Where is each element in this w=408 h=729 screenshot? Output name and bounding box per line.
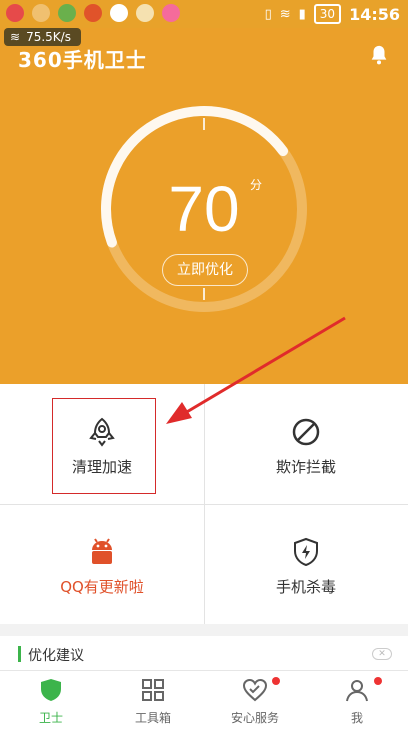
annotation-arrow	[166, 316, 346, 424]
shield-icon	[41, 679, 61, 701]
bottom-tab-bar: 卫士 工具箱 安心服务 我	[0, 670, 408, 729]
tab-label: 卫士	[38, 711, 63, 725]
user-icon	[346, 680, 368, 702]
grid-icon	[142, 679, 164, 701]
advice-label: 优化建议	[28, 648, 84, 664]
badge-dot	[374, 677, 382, 685]
tab-toolbox[interactable]: 工具箱	[102, 671, 204, 729]
tab-label: 安心服务	[230, 711, 279, 725]
heart-check-icon	[242, 678, 268, 702]
close-icon[interactable]: ✕	[372, 648, 392, 660]
badge-dot	[272, 677, 280, 685]
tab-label: 我	[350, 711, 363, 725]
tab-guard[interactable]: 卫士	[0, 671, 102, 729]
advice-accent-bar	[18, 646, 21, 662]
optimization-advice[interactable]: 优化建议 ✕	[0, 636, 408, 670]
tab-me[interactable]: 我	[306, 671, 408, 729]
tab-label: 工具箱	[134, 711, 171, 725]
tab-peace-service[interactable]: 安心服务	[204, 671, 306, 729]
